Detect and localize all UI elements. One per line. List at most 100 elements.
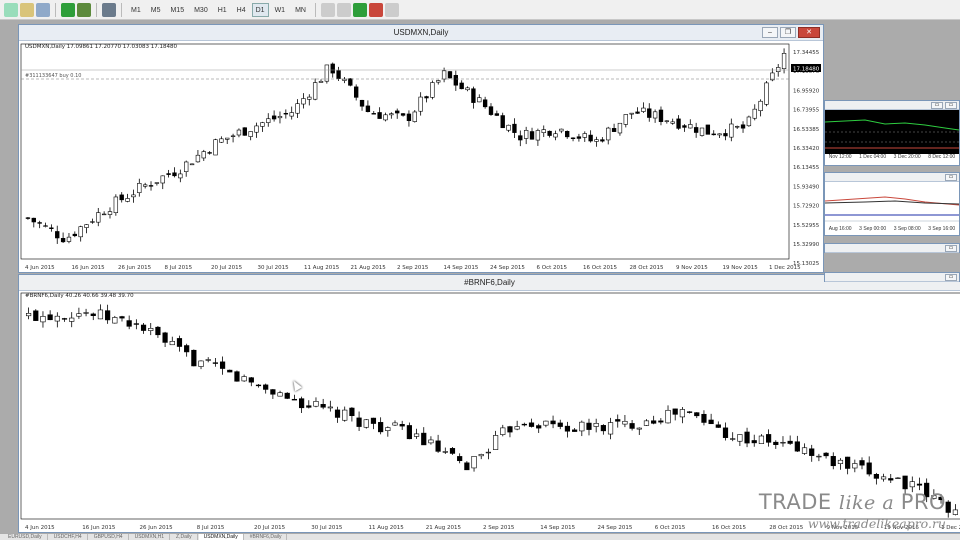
candle — [83, 308, 89, 317]
market-watch-icon[interactable] — [36, 2, 50, 17]
candle — [672, 408, 678, 421]
usdmxn-chart-canvas[interactable]: 4 Jun 2015 16 Jun 2015 26 Jun 2015 8 Jul 20… — [19, 42, 823, 273]
text-tool-icon[interactable] — [384, 2, 399, 17]
candle — [213, 138, 218, 156]
timeframe-h4-button[interactable]: H4 — [233, 3, 250, 17]
minimize-button[interactable]: – — [762, 27, 778, 38]
candle — [471, 456, 477, 472]
candle — [823, 452, 829, 459]
timeframe-d1-button[interactable]: D1 — [251, 2, 269, 17]
maximize-button[interactable]: ▭ — [945, 102, 957, 109]
candle — [40, 311, 46, 328]
candle — [327, 400, 333, 412]
candle — [225, 137, 230, 144]
line-tool-icon[interactable] — [336, 2, 351, 17]
usdmxn-window-title[interactable]: USDMXN,Daily – ❐ ✕ — [19, 25, 823, 41]
candle — [528, 418, 535, 428]
usdmxn-chart-window[interactable]: USDMXN,Daily – ❐ ✕ USDMXN,Daily 17.09861… — [18, 24, 824, 273]
candle — [78, 225, 83, 242]
candle — [758, 99, 763, 117]
price-axis-label: 16.95920 — [793, 88, 820, 94]
toolbar-separator — [55, 2, 56, 17]
candle — [307, 94, 312, 106]
period-icon[interactable] — [102, 2, 116, 17]
background-window-2-title[interactable]: ▭ — [825, 173, 959, 182]
candle — [536, 423, 542, 433]
chart-tab[interactable]: EURUSD,Daily — [3, 534, 48, 540]
side-panel-date-label: 3 Sep 16:00 — [928, 226, 956, 232]
green-arrow-icon[interactable] — [352, 2, 367, 17]
chart-tab[interactable]: USDCHF,H4 — [49, 534, 88, 540]
candle — [277, 111, 283, 124]
price-axis-label: 17.34455 — [793, 50, 820, 56]
candle — [313, 397, 319, 408]
candle — [54, 312, 60, 328]
candle — [837, 458, 844, 470]
background-window-1[interactable]: ▭ ▭ Nov 12:00 1 Dec 04:00 3 Dec 20:00 8 Dec… — [824, 100, 960, 166]
candle — [392, 420, 398, 427]
background-window-2[interactable]: ▭ Aug 16:00 3 Sep 00:00 3 Sep 08:00 3 Sep 1… — [824, 172, 960, 236]
profiles-icon[interactable] — [20, 2, 34, 17]
timeframe-m30-button[interactable]: M30 — [190, 3, 212, 17]
background-window-4-title[interactable]: ▭ — [825, 273, 959, 282]
candle — [137, 178, 142, 197]
timeframe-mn-button[interactable]: MN — [291, 3, 310, 17]
usdmxn-title-text: USDMXN,Daily — [393, 28, 449, 37]
candle — [359, 99, 365, 111]
candle — [477, 94, 482, 103]
new-order-icon[interactable] — [61, 2, 75, 17]
date-axis-label: 28 Oct 2015 — [630, 265, 665, 271]
autotrading-icon[interactable] — [77, 2, 91, 17]
candle — [283, 109, 289, 119]
candle — [125, 193, 130, 203]
candle — [234, 370, 240, 382]
candle — [435, 434, 441, 453]
close-button[interactable]: ✕ — [798, 27, 820, 38]
candle — [242, 127, 247, 136]
date-axis-label: 26 Jun 2015 — [118, 265, 152, 271]
new-chart-icon[interactable] — [4, 2, 18, 17]
chart-tab[interactable]: #BRNF6,Daily — [245, 534, 288, 540]
crosshair-icon[interactable] — [320, 2, 335, 17]
candle — [952, 504, 959, 516]
candle — [776, 64, 781, 77]
candle — [611, 123, 617, 133]
candle — [363, 419, 369, 429]
timeframe-w1-button[interactable]: W1 — [271, 3, 290, 17]
timeframe-m15-button[interactable]: M15 — [166, 3, 188, 17]
candle — [236, 128, 242, 138]
candle — [49, 224, 54, 232]
candle — [142, 182, 148, 189]
restore-button[interactable]: ▭ — [931, 102, 943, 109]
candle — [579, 420, 585, 437]
restore-button[interactable]: ❐ — [780, 27, 796, 38]
maximize-button[interactable]: ▭ — [945, 174, 957, 181]
timeframe-m1-button[interactable]: M1 — [127, 3, 145, 17]
maximize-button[interactable]: ▭ — [945, 274, 957, 281]
candle — [723, 129, 728, 141]
candle — [389, 112, 394, 119]
chart-tab[interactable]: GBPUSD,H4 — [89, 534, 129, 540]
candle — [866, 456, 872, 477]
candle — [289, 106, 294, 120]
background-window-3-title[interactable]: ▭ — [825, 244, 959, 253]
background-window-4[interactable]: ▭ — [824, 272, 960, 282]
chart-tab[interactable]: USDMXN,H1 — [130, 534, 171, 540]
candle — [773, 440, 779, 449]
current-price-label: 17.18480 — [793, 67, 820, 73]
chart-tab[interactable]: Z,Daily — [171, 534, 198, 540]
candle — [635, 107, 640, 114]
candle — [424, 95, 429, 103]
timeframe-h1-button[interactable]: H1 — [214, 3, 231, 17]
maximize-button[interactable]: ▭ — [945, 245, 957, 252]
background-window-1-title[interactable]: ▭ ▭ — [825, 101, 959, 110]
brnf6-window-title[interactable]: #BRNF6,Daily — [19, 275, 960, 291]
background-window-3[interactable]: ▭ — [824, 243, 960, 253]
candle — [263, 383, 269, 394]
red-arrow-icon[interactable] — [368, 2, 383, 17]
timeframe-m5-button[interactable]: M5 — [147, 3, 165, 17]
candle — [219, 356, 226, 375]
candle — [694, 412, 700, 419]
chart-tab[interactable]: USDMXN,Daily — [198, 534, 244, 540]
candle — [582, 131, 587, 142]
